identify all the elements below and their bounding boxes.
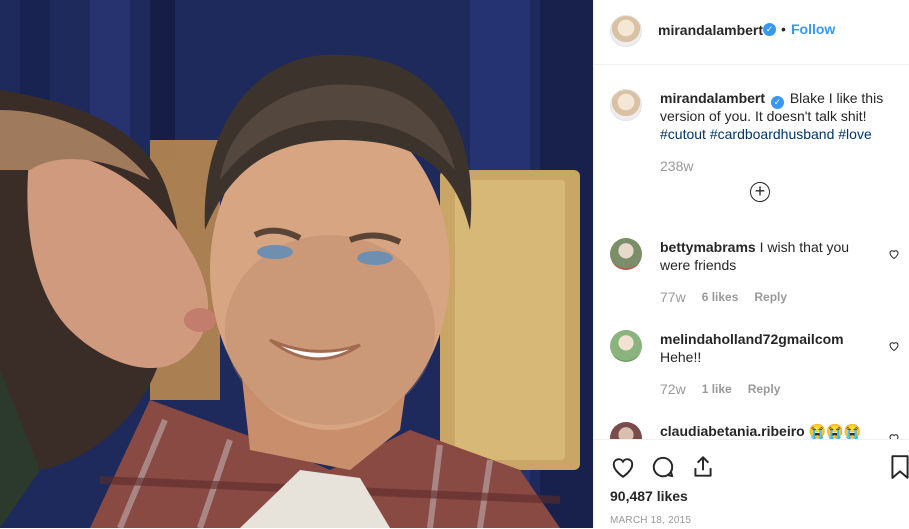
plus-circle-icon[interactable]: +: [750, 182, 770, 202]
header-separator: •: [781, 21, 786, 37]
post-side-panel: mirandalambert ✓ • Follow mirandalambert…: [593, 0, 909, 528]
author-username[interactable]: mirandalambert: [658, 22, 763, 38]
commenter-avatar[interactable]: [610, 330, 642, 362]
photo-illustration: [0, 0, 593, 528]
follow-button[interactable]: Follow: [791, 21, 835, 37]
comment-like-heart-icon[interactable]: [888, 432, 900, 439]
likes-count[interactable]: 90,487 likes: [610, 488, 688, 504]
comment-icon[interactable]: [650, 454, 676, 480]
caption-avatar[interactable]: [610, 89, 642, 121]
comment-like-heart-icon[interactable]: [888, 248, 900, 260]
comment-meta: 77w 6 likes Reply: [660, 289, 787, 305]
heart-icon[interactable]: [610, 454, 636, 480]
reply-button[interactable]: Reply: [754, 290, 787, 304]
comment: bettymabrams I wish that you were friend…: [660, 238, 870, 274]
hashtag-link[interactable]: #cutout: [660, 126, 706, 142]
commenter-avatar[interactable]: [610, 238, 642, 270]
comment-likes[interactable]: 6 likes: [702, 290, 739, 304]
comment-likes[interactable]: 1 like: [702, 382, 732, 396]
comment-text: Hehe!!: [660, 349, 702, 365]
comments-list[interactable]: mirandalambert ✓ Blake I like this versi…: [594, 65, 909, 439]
verified-badge-icon: ✓: [763, 23, 776, 36]
caption: mirandalambert ✓ Blake I like this versi…: [660, 89, 892, 143]
comment-text: 😭😭😭: [808, 423, 861, 439]
commenter-avatar[interactable]: [610, 422, 642, 439]
comment-username[interactable]: bettymabrams: [660, 239, 756, 255]
hashtag-link[interactable]: #cardboardhusband: [710, 126, 835, 142]
caption-username[interactable]: mirandalambert: [660, 90, 765, 106]
comment-username[interactable]: claudiabetania.ribeiro: [660, 423, 805, 439]
hashtag-link[interactable]: #love: [838, 126, 871, 142]
verified-badge-icon: ✓: [770, 96, 784, 109]
reply-button[interactable]: Reply: [748, 382, 781, 396]
post-actions: 90,487 likes MARCH 18, 2015: [594, 439, 909, 529]
comment-username[interactable]: melindaholland72gmailcom: [660, 331, 844, 347]
post-photo[interactable]: [0, 0, 593, 528]
comment: claudiabetania.ribeiro 😭😭😭: [660, 422, 870, 439]
post-header: mirandalambert ✓ • Follow: [594, 0, 909, 65]
caption-age[interactable]: 238w: [660, 158, 693, 174]
instagram-post-modal: mirandalambert ✓ • Follow mirandalambert…: [0, 0, 909, 528]
comment: melindaholland72gmailcom Hehe!!: [660, 330, 870, 366]
comment-like-heart-icon[interactable]: [888, 340, 900, 352]
bookmark-icon[interactable]: [890, 454, 909, 480]
comment-age[interactable]: 72w: [660, 381, 686, 397]
comment-age[interactable]: 77w: [660, 289, 686, 305]
comment-meta: 72w 1 like Reply: [660, 381, 780, 397]
share-icon[interactable]: [690, 454, 716, 480]
post-date[interactable]: MARCH 18, 2015: [610, 515, 691, 526]
author-avatar[interactable]: [610, 15, 642, 47]
